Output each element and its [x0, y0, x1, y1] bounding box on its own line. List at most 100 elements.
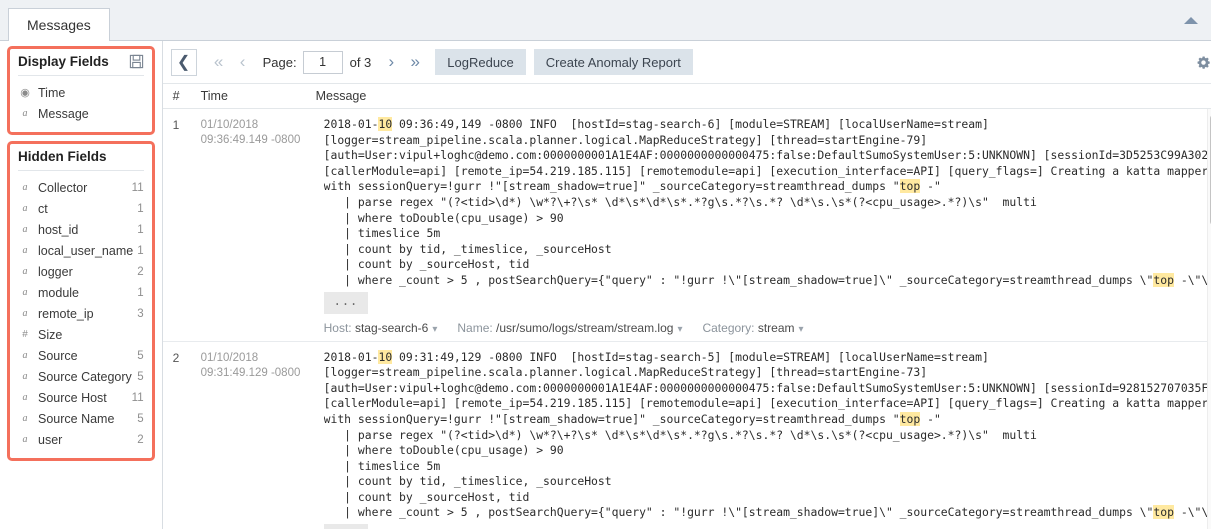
- message-line: [logger=stream_pipeline.scala.planner.lo…: [324, 133, 1211, 149]
- message-line: [auth=User:vipul+loghc@demo.com:00000000…: [324, 381, 1211, 397]
- double-chevron-right-icon: »: [411, 52, 420, 71]
- hidden-field-size[interactable]: #Size: [18, 324, 144, 345]
- message-text: | count by _sourceHost, tid: [324, 490, 530, 504]
- create-anomaly-report-button[interactable]: Create Anomaly Report: [534, 49, 693, 75]
- hidden-field-ct[interactable]: act1: [18, 198, 144, 219]
- prev-page-button[interactable]: ‹: [231, 52, 255, 72]
- row-date: 01/10/2018: [201, 351, 316, 366]
- double-chevron-left-icon: «: [214, 52, 223, 71]
- logreduce-button[interactable]: LogReduce: [435, 49, 526, 75]
- table-row[interactable]: 101/10/201809:36:49.149 -08002018-01-10 …: [163, 109, 1211, 342]
- message-line: | where _count > 5 , postSearchQuery={"q…: [324, 505, 1211, 521]
- text-field-icon: a: [18, 203, 32, 214]
- sidebar-collapse-button[interactable]: ❮: [171, 49, 197, 76]
- table-header: # Time Message: [163, 84, 1211, 109]
- field-label: logger: [32, 265, 133, 279]
- panel-collapse-button[interactable]: [1183, 12, 1199, 28]
- display-field-time[interactable]: ◉ Time: [18, 82, 144, 103]
- message-line: | count by tid, _timeslice, _sourceHost: [324, 242, 1211, 258]
- chevron-left-icon: ‹: [240, 52, 246, 71]
- message-line: | timeslice 5m: [324, 226, 1211, 242]
- field-label: Source: [32, 349, 133, 363]
- tab-messages[interactable]: Messages: [8, 8, 110, 41]
- field-label: Source Name: [32, 412, 133, 426]
- message-text: 2018-01-: [324, 117, 379, 131]
- field-label: host_id: [32, 223, 133, 237]
- message-text: -\"\n: [1174, 273, 1211, 287]
- display-fields-panel: Display Fields ◉ Time: [10, 49, 152, 132]
- field-count: 1: [133, 287, 143, 299]
- chevron-left-icon: ❮: [177, 52, 190, 72]
- text-field-icon: a: [18, 392, 32, 403]
- logreduce-label: LogReduce: [447, 55, 514, 70]
- row-number: 1: [173, 117, 201, 335]
- gear-icon[interactable]: [1195, 54, 1211, 71]
- message-line: | parse regex "(?<tid>\d*) \w*?\+?\s* \d…: [324, 428, 1211, 444]
- hidden-field-host-id[interactable]: ahost_id1: [18, 219, 144, 240]
- message-text: [callerModule=api] [remote_ip=54.219.185…: [324, 164, 1209, 178]
- metadata-category[interactable]: Category: stream▾: [702, 321, 803, 335]
- tab-bar: Messages: [0, 0, 1211, 41]
- hidden-field-source[interactable]: aSource5: [18, 345, 144, 366]
- field-label: ct: [32, 202, 133, 216]
- next-page-button[interactable]: ›: [379, 52, 403, 72]
- hidden-field-user[interactable]: auser2: [18, 429, 144, 450]
- metadata-host-label: Host:: [324, 321, 352, 335]
- message-line: 2018-01-10 09:31:49,129 -0800 INFO [host…: [324, 350, 1211, 366]
- hidden-field-source-category[interactable]: aSource Category5: [18, 366, 144, 387]
- display-field-message[interactable]: a Message: [18, 103, 144, 124]
- hidden-field-logger[interactable]: alogger2: [18, 261, 144, 282]
- highlighted-term: 10: [378, 350, 392, 364]
- message-text: -": [920, 412, 941, 426]
- message-line: [callerModule=api] [remote_ip=54.219.185…: [324, 164, 1211, 180]
- table-row[interactable]: 201/10/201809:31:49.129 -08002018-01-10 …: [163, 342, 1211, 529]
- message-text: 09:31:49,129 -0800 INFO [hostId=stag-sea…: [392, 350, 989, 364]
- messages-main: ❮ « ‹ Page: of 3 › » LogReduce: [163, 41, 1211, 529]
- text-field-icon: a: [18, 224, 32, 235]
- chevron-down-icon[interactable]: ▾: [799, 324, 804, 335]
- metadata-name[interactable]: Name: /usr/sumo/logs/stream/stream.log▾: [457, 321, 682, 335]
- chevron-down-icon[interactable]: ▾: [432, 324, 437, 335]
- row-date: 01/10/2018: [201, 118, 316, 133]
- hidden-field-local-user-name[interactable]: alocal_user_name1: [18, 240, 144, 261]
- hidden-field-source-name[interactable]: aSource Name5: [18, 408, 144, 429]
- hidden-field-collector[interactable]: aCollector11: [18, 177, 144, 198]
- vertical-scrollbar-track[interactable]: [1207, 109, 1211, 529]
- text-field-icon: a: [18, 350, 32, 361]
- field-label: module: [32, 286, 133, 300]
- expand-message-button[interactable]: ...: [324, 292, 369, 314]
- save-icon[interactable]: [129, 54, 144, 69]
- header-message: Message: [316, 89, 1211, 103]
- page-total-label: of 3: [350, 55, 372, 70]
- message-text: [logger=stream_pipeline.scala.planner.lo…: [324, 365, 927, 379]
- clock-icon: ◉: [18, 86, 32, 99]
- message-line: [logger=stream_pipeline.scala.planner.lo…: [324, 365, 1211, 381]
- hidden-field-module[interactable]: amodule1: [18, 282, 144, 303]
- message-text: -": [920, 179, 941, 193]
- hidden-field-source-host[interactable]: aSource Host11: [18, 387, 144, 408]
- field-count: 11: [128, 182, 144, 194]
- highlighted-term: top: [900, 412, 921, 426]
- expand-message-button[interactable]: ...: [324, 524, 369, 529]
- message-text: [auth=User:vipul+loghc@demo.com:00000000…: [324, 148, 1211, 162]
- highlighted-term: 10: [378, 117, 392, 131]
- number-field-icon: #: [18, 329, 32, 340]
- message-text: | count by tid, _timeslice, _sourceHost: [324, 474, 612, 488]
- row-message: 2018-01-10 09:31:49,129 -0800 INFO [host…: [316, 350, 1211, 529]
- hidden-field-remote-ip[interactable]: aremote_ip3: [18, 303, 144, 324]
- message-text: with sessionQuery=!gurr !"[stream_shadow…: [324, 179, 900, 193]
- message-line: | count by _sourceHost, tid: [324, 257, 1211, 273]
- metadata-name-value: /usr/sumo/logs/stream/stream.log: [493, 321, 674, 335]
- display-fields-title: Display Fields: [18, 54, 109, 69]
- first-page-button[interactable]: «: [207, 52, 231, 72]
- metadata-host[interactable]: Host: stag-search-6▾: [324, 321, 438, 335]
- message-line: | parse regex "(?<tid>\d*) \w*?\+?\s* \d…: [324, 195, 1211, 211]
- triangle-up-icon: [1184, 17, 1198, 24]
- message-text: with sessionQuery=!gurr !"[stream_shadow…: [324, 412, 900, 426]
- message-text: | parse regex "(?<tid>\d*) \w*?\+?\s* \d…: [324, 428, 1037, 442]
- chevron-down-icon[interactable]: ▾: [677, 324, 682, 335]
- last-page-button[interactable]: »: [403, 52, 427, 72]
- page-input[interactable]: [303, 51, 343, 74]
- field-count: 11: [128, 392, 144, 404]
- messages-toolbar: ❮ « ‹ Page: of 3 › » LogReduce: [163, 41, 1211, 84]
